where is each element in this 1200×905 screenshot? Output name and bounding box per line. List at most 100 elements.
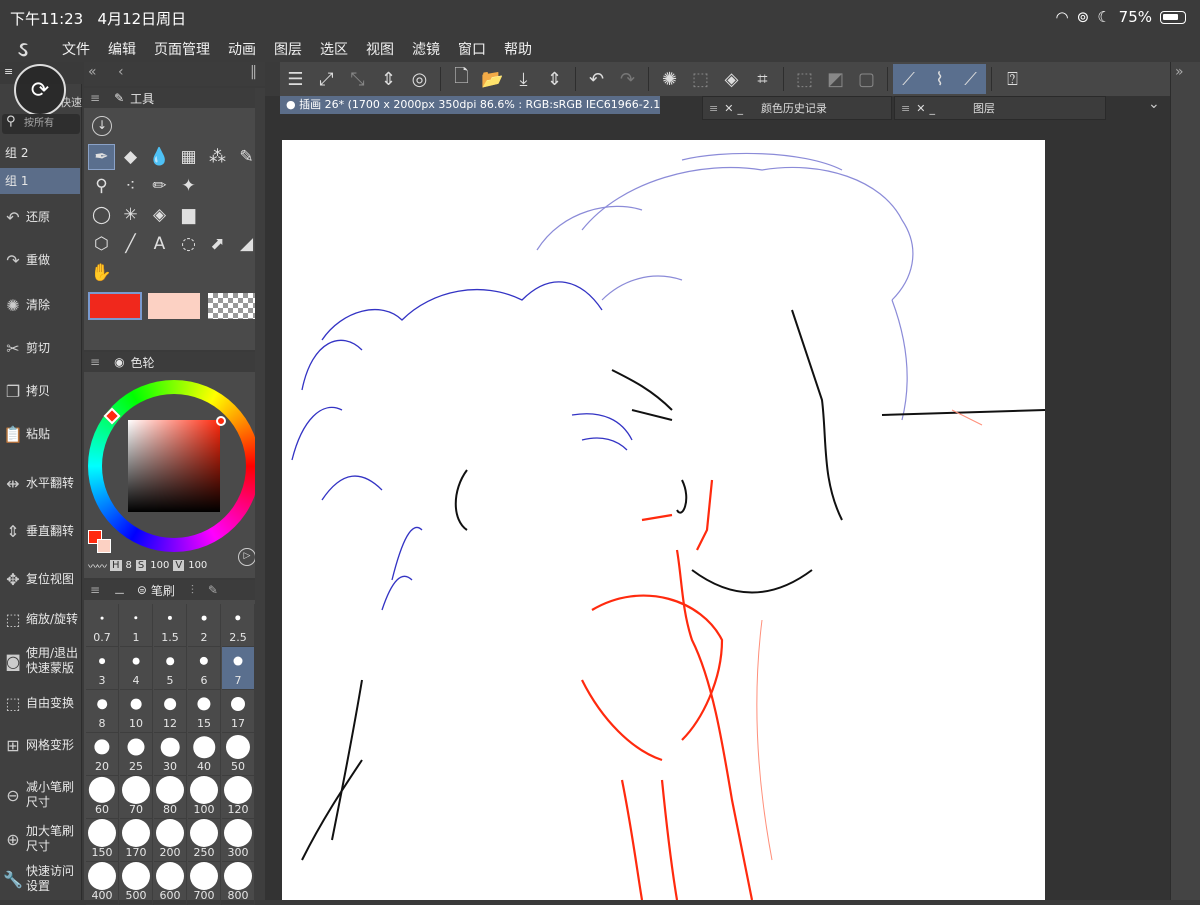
minimize-icon[interactable]: _ <box>929 102 935 115</box>
open-folder-icon[interactable]: 📂 <box>477 64 508 94</box>
collapse-icon[interactable]: « <box>88 64 97 80</box>
brush-size-cell[interactable]: 17 <box>222 690 255 733</box>
menu-item[interactable]: 视图 <box>366 39 394 59</box>
settings-icon[interactable]: ⫶ <box>191 583 194 598</box>
new-file-icon[interactable]: 🗋 <box>446 64 477 94</box>
rotate-lock-icon[interactable]: ⟳ <box>14 64 66 116</box>
brush-size-cell[interactable]: 6 <box>188 647 221 690</box>
brush-size-cell[interactable]: 70 <box>120 776 153 819</box>
blend-icon[interactable]: 💧 <box>146 144 173 170</box>
save-icon[interactable]: ⤓ <box>508 64 539 94</box>
brush-size-cell[interactable]: 150 <box>86 819 119 862</box>
brush-size-cell[interactable]: 7 <box>222 647 255 690</box>
menu-item[interactable]: 窗口 <box>458 39 486 59</box>
crop-icon[interactable]: ⌗ <box>747 64 778 94</box>
command-clear[interactable]: ✺ 清除 <box>0 284 82 326</box>
arrows-updown-icon[interactable]: ⇕ <box>539 64 570 94</box>
menu-item[interactable]: 滤镜 <box>412 39 440 59</box>
command-zoom-rotate[interactable]: ⬚ 缩放/旋转 <box>0 598 82 640</box>
bucket-icon[interactable]: ◈ <box>146 202 173 228</box>
snap-ruler-icon[interactable]: ⟋ <box>893 64 924 94</box>
settings-icon[interactable]: ◎ <box>404 64 435 94</box>
command-paste[interactable]: 📋 粘贴 <box>0 413 82 455</box>
pencil-icon[interactable]: ✏ <box>146 173 173 199</box>
blank-icon[interactable] <box>204 173 231 199</box>
spray-icon[interactable]: ⁂ <box>204 144 231 170</box>
brush-size-cell[interactable]: 1.5 <box>154 604 187 647</box>
pen-icon[interactable]: ✒ <box>88 144 115 170</box>
brush-size-cell[interactable]: 10 <box>120 690 153 733</box>
hand-icon[interactable]: ✋ <box>88 260 115 286</box>
brush-size-cell[interactable]: 4 <box>120 647 153 690</box>
command-undo[interactable]: ↶ 还原 <box>0 196 82 238</box>
panel-scrollbar[interactable] <box>255 88 265 900</box>
brush-size-cell[interactable]: 120 <box>222 776 255 819</box>
brush-size-cell[interactable]: 50 <box>222 733 255 776</box>
brush-size-cell[interactable]: 200 <box>154 819 187 862</box>
stamp-icon[interactable]: ⁖ <box>117 173 144 199</box>
brush-size-cell[interactable]: 2.5 <box>222 604 255 647</box>
magic-wand-icon[interactable]: ✳ <box>117 202 144 228</box>
brush-size-cell[interactable]: 2 <box>188 604 221 647</box>
transform-icon[interactable]: ⤡ <box>342 64 373 94</box>
slider-icon[interactable]: ⚊ <box>114 583 125 597</box>
balloon-icon[interactable]: ◌ <box>175 231 202 257</box>
panel-menu-icon[interactable]: ≡ <box>90 355 100 369</box>
command-copy[interactable]: ❐ 拷贝 <box>0 370 82 412</box>
sparkle-icon[interactable]: ✦ <box>175 173 202 199</box>
brush-size-cell[interactable]: 25 <box>120 733 153 776</box>
chevron-left-icon[interactable]: ‹ <box>118 64 124 80</box>
line-icon[interactable]: ╱ <box>117 231 144 257</box>
command-scissors[interactable]: ✂ 剪切 <box>0 327 82 369</box>
panel-menu-icon[interactable]: ≡ <box>4 65 13 78</box>
brush-size-cell[interactable]: 170 <box>120 819 153 862</box>
main-color-swatch[interactable] <box>88 292 142 320</box>
drag-handle-icon[interactable]: ‖ <box>250 64 257 80</box>
close-icon[interactable]: ✕ <box>916 102 925 115</box>
brush-size-cell[interactable]: 0.7 <box>86 604 119 647</box>
select-border-icon[interactable]: ▢ <box>851 64 882 94</box>
play-icon[interactable]: ▷ <box>238 548 256 566</box>
select-off-icon[interactable]: ⬚ <box>789 64 820 94</box>
collapse-icon[interactable]: » <box>1175 64 1184 80</box>
arrows-updown-icon[interactable]: ⇕ <box>373 64 404 94</box>
brush-size-cell[interactable]: 800 <box>222 862 255 905</box>
redo-icon[interactable]: ↷ <box>612 64 643 94</box>
download-icon[interactable]: ↓ <box>92 116 112 136</box>
eyedropper-icon[interactable]: ⚲ <box>88 173 115 199</box>
brush-size-cell[interactable]: 40 <box>188 733 221 776</box>
command-redo[interactable]: ↷ 重做 <box>0 239 82 281</box>
deselect-icon[interactable]: ⬚ <box>685 64 716 94</box>
group-item-selected[interactable]: 组 1 <box>0 168 80 194</box>
expand-icon[interactable]: ⤢ <box>311 64 342 94</box>
brush-size-cell[interactable]: 700 <box>188 862 221 905</box>
command-mesh-transform[interactable]: ⊞ 网格变形 <box>0 724 82 766</box>
brush-size-cell[interactable]: 3 <box>86 647 119 690</box>
command-free-transform[interactable]: ⬚ 自由变换 <box>0 682 82 724</box>
snap-line-icon[interactable]: ⟋ <box>955 64 986 94</box>
command-flip-vertical[interactable]: ⇕ 垂直翻转 <box>0 510 82 552</box>
layers-panel[interactable]: ≡ ✕ _ 图层 <box>894 96 1106 120</box>
menu-item[interactable]: 动画 <box>228 39 256 59</box>
menu-item[interactable]: 帮助 <box>504 39 532 59</box>
command-decrease-brush[interactable]: ⊖ 减小笔刷尺寸 <box>0 774 82 816</box>
sv-picker-handle[interactable] <box>216 416 226 426</box>
pen-icon[interactable]: ✎ <box>208 583 218 597</box>
fill-icon[interactable]: ◈ <box>716 64 747 94</box>
brush-size-cell[interactable]: 1 <box>120 604 153 647</box>
panel-menu-icon[interactable]: ≡ <box>709 102 718 115</box>
help-icon[interactable]: ⍰ <box>997 64 1028 94</box>
brush-size-cell[interactable]: 12 <box>154 690 187 733</box>
text-icon[interactable]: A <box>146 231 173 257</box>
menu-item[interactable]: 页面管理 <box>154 39 210 59</box>
menu-item[interactable]: 编辑 <box>108 39 136 59</box>
clear-icon[interactable]: ✺ <box>654 64 685 94</box>
brush-size-cell[interactable]: 600 <box>154 862 187 905</box>
brush-size-cell[interactable]: 80 <box>154 776 187 819</box>
brush-size-cell[interactable]: 8 <box>86 690 119 733</box>
color-history-panel[interactable]: ≡ ✕ _ 颜色历史记录 <box>702 96 892 120</box>
lasso-icon[interactable]: ◯ <box>88 202 115 228</box>
panel-menu-icon[interactable]: ≡ <box>901 102 910 115</box>
undo-icon[interactable]: ↶ <box>581 64 612 94</box>
brush-size-cell[interactable]: 20 <box>86 733 119 776</box>
